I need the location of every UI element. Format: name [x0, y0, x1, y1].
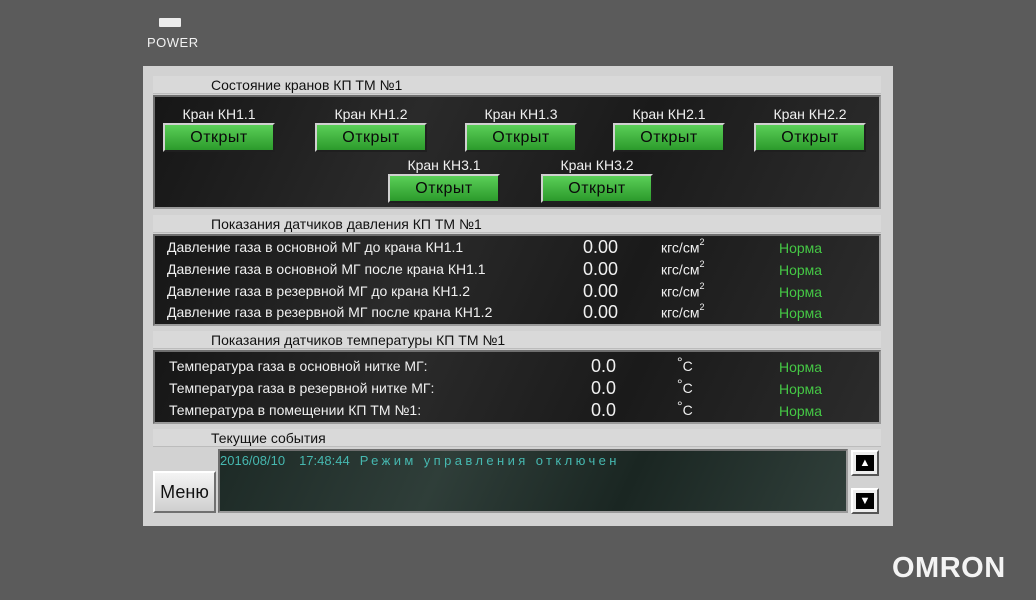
pressure-row: Давление газа в основной МГ до крана КН1… [155, 237, 879, 258]
valve-kn2-1-button[interactable]: Открыт [613, 123, 725, 152]
power-label: POWER [147, 35, 199, 50]
valve-kn1-2-button[interactable]: Открыт [315, 123, 427, 152]
power-led [159, 18, 181, 27]
omron-logo: OMRON [892, 552, 1006, 584]
pressure-row: Давление газа в резервной МГ до крана КН… [155, 281, 879, 302]
degree-symbol: ° [677, 398, 683, 414]
pressure-panel: Давление газа в основной МГ до крана КН1… [153, 234, 881, 326]
valve-kn2-2-button[interactable]: Открыт [754, 123, 866, 152]
valve-kn3-2-button[interactable]: Открыт [541, 174, 653, 203]
valves-section-header: Состояние кранов КП ТМ №1 [153, 76, 881, 94]
unit-superscript: 2 [699, 302, 705, 312]
temperature-unit: °C [677, 354, 693, 374]
temperature-row-status: Норма [779, 381, 823, 397]
valve-kn1-1: Кран КН1.1 Открыт [161, 105, 277, 152]
unit-text: C [682, 402, 693, 418]
events-section-header: Текущие события [153, 429, 881, 447]
valve-kn2-2: Кран КН2.2 Открыт [752, 105, 868, 152]
pressure-row-value: 0.00 [583, 302, 619, 322]
temperature-row-value: 0.0 [591, 400, 617, 420]
menu-button[interactable]: Меню [153, 471, 216, 513]
valve-kn3-1-button[interactable]: Открыт [388, 174, 500, 203]
valve-kn3-2: Кран КН3.2 Открыт [539, 156, 655, 203]
unit-superscript: 2 [699, 237, 705, 247]
temperature-row: Температура газа в основной нитке МГ: 0.… [155, 354, 879, 377]
temperature-row-value: 0.0 [591, 378, 617, 398]
arrow-down-icon: ▼ [856, 493, 874, 509]
pressure-row: Давление газа в резервной МГ после крана… [155, 302, 879, 323]
temperature-row: Температура в помещении КП ТМ №1: 0.0 °C… [155, 398, 879, 421]
pressure-row-label: Давление газа в резервной МГ после крана… [167, 304, 493, 320]
event-time: 17:48:44 [299, 453, 350, 468]
temperature-section-header: Показания датчиков температуры КП ТМ №1 [153, 331, 881, 349]
scroll-up-button[interactable]: ▲ [851, 450, 879, 476]
event-date: 2016/08/10 [220, 453, 286, 468]
pressure-row-label: Давление газа в резервной МГ до крана КН… [167, 283, 470, 299]
valve-label: Кран КН3.2 [560, 157, 634, 173]
unit-text: кгс/см [661, 239, 700, 256]
temperature-row: Температура газа в резервной нитке МГ: 0… [155, 376, 879, 399]
temperature-section-title: Показания датчиков температуры КП ТМ №1 [211, 332, 506, 348]
pressure-row-status: Норма [779, 262, 823, 278]
valves-panel: Кран КН1.1 Открыт Кран КН1.2 Открыт Кран… [153, 95, 881, 209]
pressure-row: Давление газа в основной МГ после крана … [155, 259, 879, 280]
temperature-row-value: 0.0 [591, 356, 617, 376]
temperature-panel: Температура газа в основной нитке МГ: 0.… [153, 350, 881, 424]
valve-label: Кран КН2.1 [632, 106, 706, 122]
unit-text: C [682, 380, 693, 396]
degree-symbol: ° [677, 354, 683, 370]
unit-superscript: 2 [699, 259, 705, 269]
unit-text: кгс/см [661, 261, 700, 278]
pressure-row-status: Норма [779, 305, 823, 321]
unit-text: C [682, 358, 693, 374]
temperature-row-label: Температура в помещении КП ТМ №1: [169, 402, 422, 418]
valve-kn1-2: Кран КН1.2 Открыт [313, 105, 429, 152]
valves-section-title: Состояние кранов КП ТМ №1 [211, 77, 403, 93]
pressure-row-value: 0.00 [583, 259, 619, 279]
valve-kn1-3-button[interactable]: Открыт [465, 123, 577, 152]
event-row: 2016/08/10 17:48:44 Режим управления отклю… [220, 453, 620, 468]
pressure-row-label: Давление газа в основной МГ после крана … [167, 261, 486, 277]
valve-label: Кран КН1.2 [334, 106, 408, 122]
temperature-row-status: Норма [779, 359, 823, 375]
pressure-unit: кгс/см2 [661, 237, 705, 256]
temperature-row-status: Норма [779, 403, 823, 419]
valve-kn1-1-button[interactable]: Открыт [163, 123, 275, 152]
pressure-row-label: Давление газа в основной МГ до крана КН1… [167, 239, 464, 255]
pressure-row-status: Норма [779, 240, 823, 256]
valve-label: Кран КН2.2 [773, 106, 847, 122]
events-section-title: Текущие события [211, 430, 326, 446]
unit-text: кгс/см [661, 283, 700, 300]
unit-text: кгс/см [661, 304, 700, 321]
pressure-section-title: Показания датчиков давления КП ТМ №1 [211, 216, 482, 232]
pressure-row-value: 0.00 [583, 237, 619, 257]
pressure-row-status: Норма [779, 284, 823, 300]
valve-kn3-1: Кран КН3.1 Открыт [386, 156, 502, 203]
pressure-unit: кгс/см2 [661, 302, 705, 321]
pressure-row-value: 0.00 [583, 281, 619, 301]
arrow-up-icon: ▲ [856, 455, 874, 471]
degree-symbol: ° [677, 376, 683, 392]
event-log[interactable]: 2016/08/10 17:48:44 Режим управления отклю… [218, 449, 848, 513]
pressure-section-header: Показания датчиков давления КП ТМ №1 [153, 215, 881, 233]
event-message: Режим управления отключен [359, 453, 620, 468]
unit-superscript: 2 [699, 281, 705, 291]
temperature-unit: °C [677, 398, 693, 418]
valve-label: Кран КН1.3 [484, 106, 558, 122]
scroll-down-button[interactable]: ▼ [851, 488, 879, 514]
valve-label: Кран КН3.1 [407, 157, 481, 173]
hmi-screen: Состояние кранов КП ТМ №1 Кран КН1.1 Отк… [143, 66, 893, 526]
temperature-row-label: Температура газа в основной нитке МГ: [169, 358, 428, 374]
temperature-unit: °C [677, 376, 693, 396]
pressure-unit: кгс/см2 [661, 281, 705, 300]
valve-label: Кран КН1.1 [182, 106, 256, 122]
valve-kn2-1: Кран КН2.1 Открыт [611, 105, 727, 152]
pressure-unit: кгс/см2 [661, 259, 705, 278]
temperature-row-label: Температура газа в резервной нитке МГ: [169, 380, 435, 396]
valve-kn1-3: Кран КН1.3 Открыт [463, 105, 579, 152]
